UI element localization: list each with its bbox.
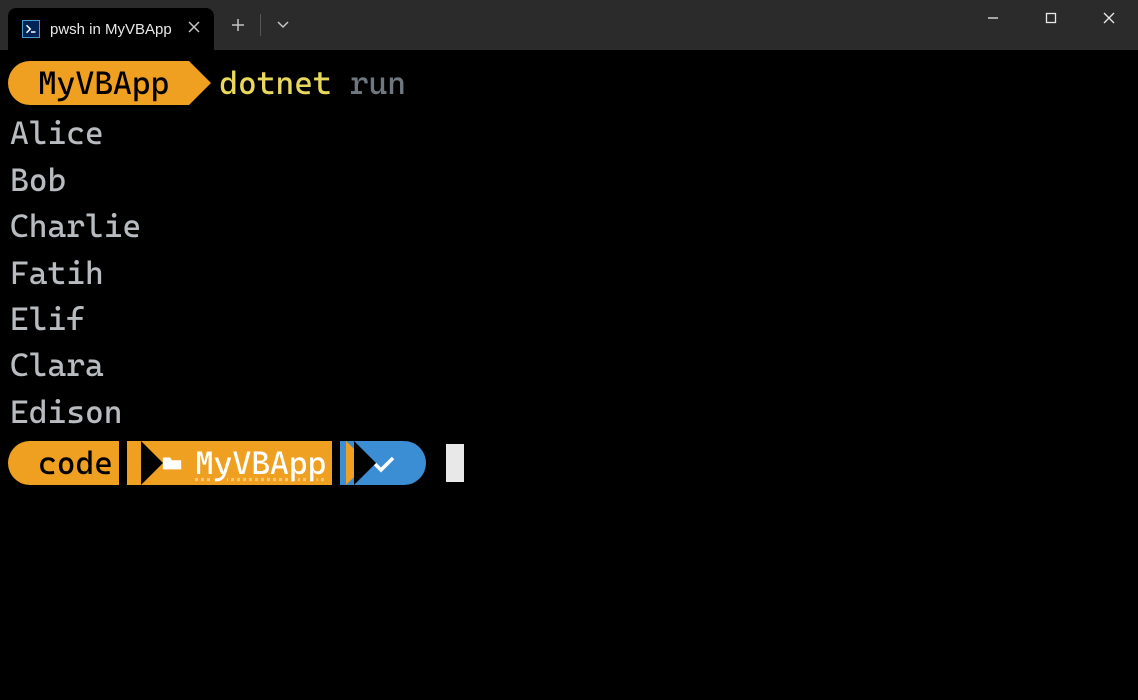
tab-close-button[interactable] — [188, 21, 200, 37]
new-tab-button[interactable] — [222, 9, 254, 41]
prompt-line: code MyVBApp — [8, 441, 1130, 485]
terminal-cursor — [446, 444, 464, 482]
command-text: dotnet run — [219, 60, 406, 106]
minimize-button[interactable] — [964, 0, 1022, 36]
tab-dropdown-button[interactable] — [267, 9, 299, 41]
prompt-code-label: code — [38, 440, 113, 486]
tab-title: pwsh in MyVBApp — [50, 21, 172, 38]
command-arg: run — [350, 60, 406, 106]
output-line: Bob — [8, 157, 1130, 203]
close-button[interactable] — [1080, 0, 1138, 36]
tab-divider — [260, 14, 261, 36]
folder-icon — [161, 453, 183, 473]
output-line: Fatih — [8, 250, 1130, 296]
prompt-folder-label: MyVBApp — [195, 440, 326, 486]
prompt-dir-label: MyVBApp — [38, 60, 169, 106]
window-titlebar: pwsh in MyVBApp — [0, 0, 1138, 50]
command-name: dotnet — [219, 60, 332, 106]
window-controls — [964, 0, 1138, 50]
output-line: Elif — [8, 296, 1130, 342]
prompt-segment-directory: MyVBApp — [8, 61, 189, 105]
output-line: Charlie — [8, 203, 1130, 249]
prompt-segment-code: code — [8, 441, 133, 485]
terminal-tab[interactable]: pwsh in MyVBApp — [8, 8, 214, 50]
maximize-button[interactable] — [1022, 0, 1080, 36]
tab-strip: pwsh in MyVBApp — [0, 0, 307, 50]
tab-controls — [214, 0, 307, 50]
terminal-body[interactable]: MyVBApp dotnet run Alice Bob Charlie Fat… — [0, 50, 1138, 499]
powershell-icon — [22, 20, 40, 38]
prompt-line: MyVBApp dotnet run — [8, 60, 1130, 106]
output-line: Clara — [8, 342, 1130, 388]
output-line: Edison — [8, 389, 1130, 435]
output-line: Alice — [8, 110, 1130, 156]
